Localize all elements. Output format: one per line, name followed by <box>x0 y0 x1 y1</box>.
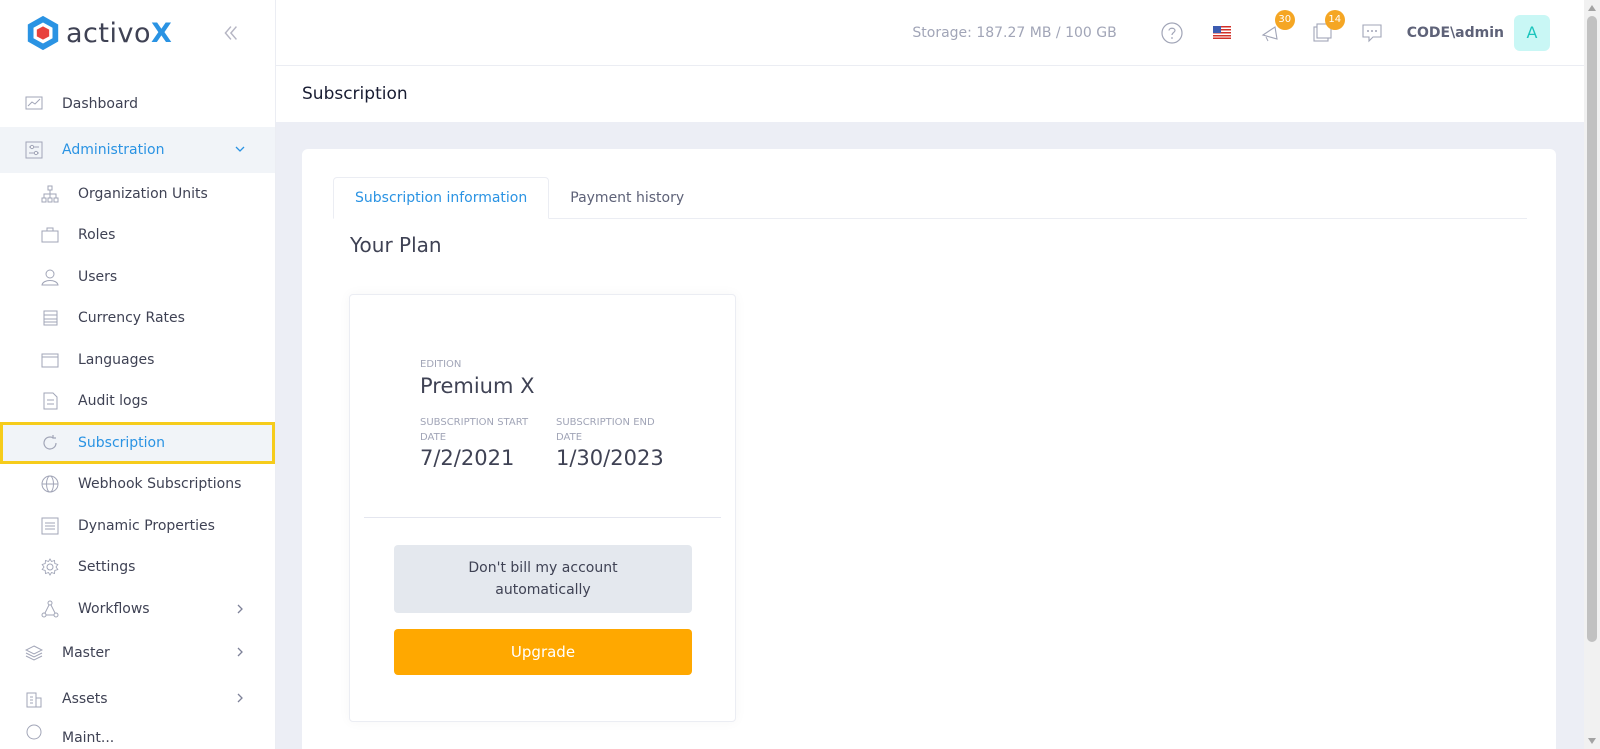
building-icon <box>24 689 44 709</box>
org-tree-icon <box>40 184 60 204</box>
sidebar-item-administration[interactable]: Administration <box>0 127 275 173</box>
end-date-label: SUBSCRIPTION END DATE <box>556 417 655 443</box>
edition-block: EDITION Premium X <box>420 357 535 398</box>
activox-logo-icon <box>27 15 59 51</box>
scroll-up-icon[interactable] <box>1584 0 1600 16</box>
bell-icon[interactable]: 30 <box>1259 9 1295 46</box>
sidebar-item-label: Assets <box>62 690 108 707</box>
plan-card: EDITION Premium X SUBSCRIPTION START DAT… <box>349 294 736 722</box>
sidebar-item-dashboard[interactable]: Dashboard <box>0 81 275 127</box>
subheader: Subscription <box>276 66 1584 122</box>
gear-icon <box>40 557 60 577</box>
tasks-badge: 14 <box>1324 9 1345 30</box>
sidebar-item-label: Master <box>62 644 110 661</box>
sidebar-item-maintenance[interactable]: Maint... <box>0 722 275 742</box>
sidebar-item-label: Dynamic Properties <box>78 517 215 534</box>
sidebar-item-workflows[interactable]: Workflows <box>0 588 275 630</box>
chevron-right-icon <box>237 693 243 702</box>
sidebar-item-label: Webhook Subscriptions <box>78 476 242 493</box>
current-user[interactable]: CODE\admin <box>1407 25 1504 41</box>
sidebar-item-audit-logs[interactable]: Audit logs <box>0 381 275 423</box>
chat-icon[interactable] <box>1359 20 1385 46</box>
tab-payment-history[interactable]: Payment history <box>549 177 705 219</box>
tabs: Subscription information Payment history <box>333 177 1527 219</box>
sidebar-item-languages[interactable]: Languages <box>0 339 275 381</box>
sidebar-item-master[interactable]: Master <box>0 630 275 676</box>
wrench-icon <box>24 722 44 742</box>
upgrade-button[interactable]: Upgrade <box>394 629 692 675</box>
avatar[interactable]: A <box>1514 14 1550 51</box>
topbar: Storage: 187.27 MB / 100 GB 30 14 CODE\a… <box>276 0 1584 66</box>
subscription-card: Subscription information Payment history… <box>302 149 1556 749</box>
sidebar-menu: Dashboard Administration Organization Un… <box>0 81 275 742</box>
sidebar-item-label: Maint... <box>62 729 115 742</box>
chart-icon <box>24 94 44 114</box>
edition-value: Premium X <box>420 374 535 398</box>
end-date-value: 1/30/2023 <box>556 446 664 470</box>
sidebar-item-label: Audit logs <box>78 393 148 410</box>
sidebar-item-label: Currency Rates <box>78 310 185 327</box>
sidebar-item-label: Languages <box>78 351 155 368</box>
brand: activoX <box>0 0 275 66</box>
sidebar-item-assets[interactable]: Assets <box>0 676 275 722</box>
globe-icon <box>40 474 60 494</box>
start-date-label: SUBSCRIPTION START DATE <box>420 417 529 443</box>
sidebar-item-label: Dashboard <box>62 96 138 112</box>
divider <box>364 517 721 518</box>
sidebar: activoX Dashboard Administration Organiz… <box>0 0 276 749</box>
list-icon <box>40 516 60 536</box>
sidebar-item-currency-rates[interactable]: Currency Rates <box>0 298 275 340</box>
sidebar-item-webhook-subscriptions[interactable]: Webhook Subscriptions <box>0 464 275 506</box>
sidebar-item-label: Users <box>78 268 118 285</box>
notifications-badge: 30 <box>1274 9 1295 30</box>
sidebar-item-label: Subscription <box>78 434 165 451</box>
plan-heading: Your Plan <box>350 233 442 257</box>
brand-name: activoX <box>66 17 173 49</box>
coins-icon <box>40 308 60 328</box>
edition-label: EDITION <box>420 359 462 370</box>
sidebar-item-settings[interactable]: Settings <box>0 547 275 589</box>
refresh-icon <box>40 433 60 453</box>
storage-usage: Storage: 187.27 MB / 100 GB <box>912 24 1117 41</box>
briefcase-icon <box>40 225 60 245</box>
sidebar-item-roles[interactable]: Roles <box>0 215 275 257</box>
window-icon <box>40 350 60 370</box>
sidebar-item-dynamic-properties[interactable]: Dynamic Properties <box>0 505 275 547</box>
chevron-down-icon <box>235 146 245 152</box>
chevron-right-icon <box>237 604 243 614</box>
collapse-sidebar-icon[interactable] <box>219 22 241 44</box>
sidebar-item-users[interactable]: Users <box>0 256 275 298</box>
workflow-icon <box>40 599 60 619</box>
sidebar-item-label: Roles <box>78 227 116 244</box>
help-icon[interactable] <box>1159 20 1185 46</box>
page-title: Subscription <box>302 84 408 104</box>
sidebar-item-label: Workflows <box>78 600 150 617</box>
start-date-value: 7/2/2021 <box>420 446 515 470</box>
tasks-icon[interactable]: 14 <box>1309 9 1345 46</box>
sliders-icon <box>24 140 44 160</box>
chevron-right-icon <box>237 647 243 656</box>
end-date-block: SUBSCRIPTION END DATE 1/30/2023 <box>556 415 676 470</box>
dont-bill-button[interactable]: Don't bill my account automatically <box>394 545 692 613</box>
tab-subscription-information[interactable]: Subscription information <box>333 177 550 219</box>
layers-icon <box>24 643 44 663</box>
scroll-thumb[interactable] <box>1587 16 1597 642</box>
user-icon <box>40 267 60 287</box>
sidebar-item-subscription[interactable]: Subscription <box>0 422 275 464</box>
sidebar-item-organization-units[interactable]: Organization Units <box>0 173 275 215</box>
sidebar-item-label: Settings <box>78 559 136 576</box>
sidebar-item-label: Organization Units <box>78 185 208 202</box>
start-date-block: SUBSCRIPTION START DATE 7/2/2021 <box>420 415 540 470</box>
us-flag-icon[interactable] <box>1209 20 1235 46</box>
sidebar-item-label: Administration <box>62 142 165 158</box>
scroll-down-icon[interactable] <box>1584 733 1600 749</box>
document-icon <box>40 391 60 411</box>
page-scrollbar[interactable] <box>1584 0 1600 749</box>
